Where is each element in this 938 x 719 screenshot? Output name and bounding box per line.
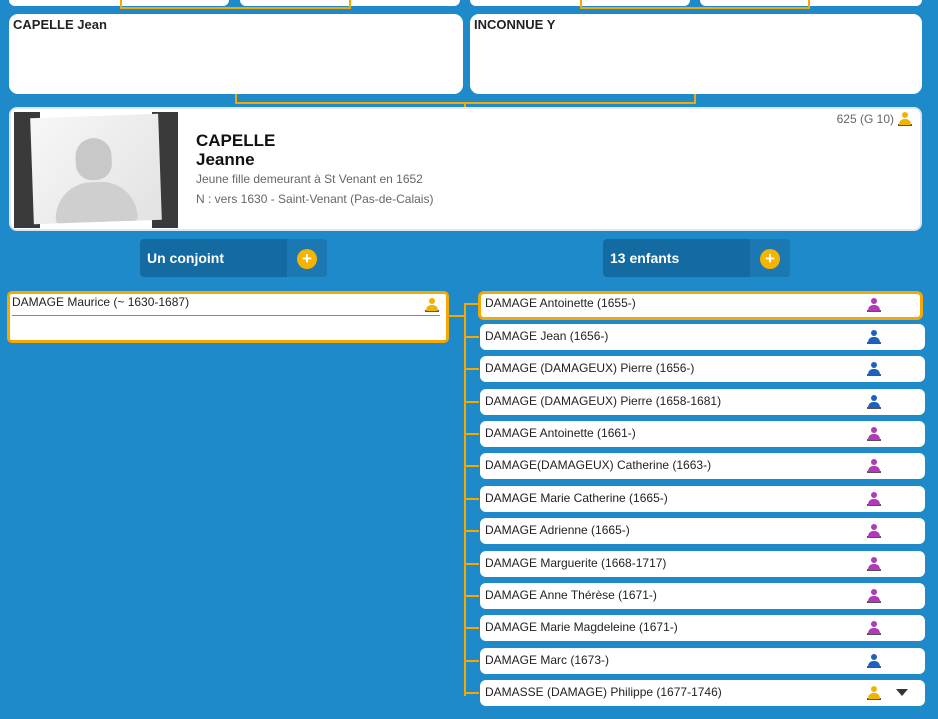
- children-label: 13 enfants: [610, 250, 680, 266]
- male-person-icon: [867, 654, 881, 668]
- female-person-icon: [867, 621, 881, 635]
- add-child-button[interactable]: +: [750, 239, 790, 277]
- spouses-label: Un conjoint: [147, 250, 224, 266]
- tree-connector: [465, 401, 479, 403]
- tree-connector: [465, 627, 479, 629]
- child-name: DAMAGE(DAMAGEUX) Catherine (1663-): [485, 458, 712, 472]
- child-name: DAMAGE Antoinette (1661-): [485, 426, 636, 440]
- plus-icon: +: [297, 249, 317, 269]
- child-row[interactable]: DAMAGE Marie Catherine (1665-): [465, 486, 925, 512]
- father-card[interactable]: CAPELLE Jean: [9, 14, 463, 94]
- female-person-icon: [867, 459, 881, 473]
- tree-connector: [465, 336, 479, 338]
- child-name: DAMAGE Marc (1673-): [485, 653, 610, 667]
- child-row[interactable]: DAMAGE Adrienne (1665-): [465, 518, 925, 544]
- child-row[interactable]: DAMAGE Marc (1673-): [465, 648, 925, 674]
- plus-icon: +: [760, 249, 780, 269]
- child-name: DAMAGE Antoinette (1655-): [485, 296, 636, 310]
- sosa-number: 625 (G 10): [837, 112, 912, 126]
- child-row[interactable]: DAMAGE(DAMAGEUX) Catherine (1663-): [465, 453, 925, 479]
- male-person-icon: [867, 395, 881, 409]
- child-row[interactable]: DAMAGE Marguerite (1668-1717): [465, 551, 925, 577]
- child-name: DAMAGE Anne Thérèse (1671-): [485, 588, 657, 602]
- mother-card[interactable]: INCONNUE Y: [470, 14, 922, 94]
- child-name: DAMAGE (DAMAGEUX) Pierre (1658-1681): [485, 394, 722, 408]
- female-person-icon: [867, 589, 881, 603]
- child-name: DAMAGE Marie Magdeleine (1671-): [485, 620, 678, 634]
- children-header: 13 enfants +: [603, 239, 790, 277]
- male-person-icon: [867, 330, 881, 344]
- spouse-card[interactable]: DAMAGE Maurice (~ 1630-1687): [7, 291, 449, 343]
- tree-connector: [465, 563, 479, 565]
- grandparent-link: [580, 0, 810, 9]
- child-row[interactable]: DAMAGE (DAMAGEUX) Pierre (1656-): [465, 356, 925, 382]
- photo-placeholder[interactable]: [14, 112, 178, 228]
- female-person-icon: [867, 427, 881, 441]
- person-occupation: Jeune fille demeurant à St Venant en 165…: [196, 172, 423, 186]
- child-name: DAMAGE Marie Catherine (1665-): [485, 491, 668, 505]
- child-name: DAMAGE Jean (1656-): [485, 329, 609, 343]
- add-spouse-button[interactable]: +: [287, 239, 327, 277]
- tree-connector: [465, 595, 479, 597]
- silhouette-icon: [30, 113, 162, 225]
- female-person-icon: [867, 524, 881, 538]
- tree-connector: [465, 498, 479, 500]
- child-name: DAMAGE Marguerite (1668-1717): [485, 556, 667, 570]
- child-row[interactable]: DAMAGE Anne Thérèse (1671-): [465, 583, 925, 609]
- spouse-name: DAMAGE Maurice (~ 1630-1687): [12, 295, 190, 309]
- child-row[interactable]: DAMAGE Antoinette (1661-): [465, 421, 925, 447]
- female-person-icon: [867, 492, 881, 506]
- mother-name: INCONNUE Y: [474, 17, 556, 32]
- tree-connector: [465, 660, 479, 662]
- tree-connector: [465, 465, 479, 467]
- child-row[interactable]: DAMAGE (DAMAGEUX) Pierre (1658-1681): [465, 389, 925, 415]
- child-name: DAMASSE (DAMAGE) Philippe (1677-1746): [485, 685, 722, 699]
- tree-connector: [465, 530, 479, 532]
- child-name: DAMAGE (DAMAGEUX) Pierre (1656-): [485, 361, 695, 375]
- person-birth: N : vers 1630 - Saint-Venant (Pas-de-Cal…: [196, 192, 434, 206]
- child-row[interactable]: DAMAGE Jean (1656-): [465, 324, 925, 350]
- tree-connector: [464, 303, 478, 305]
- tree-connector: [464, 305, 466, 696]
- male-person-icon: [867, 362, 881, 376]
- child-row[interactable]: DAMAGE Antoinette (1655-): [478, 291, 923, 320]
- person-surname: CAPELLE: [196, 131, 276, 150]
- tree-connector: [465, 433, 479, 435]
- divider: [12, 315, 440, 316]
- chevron-down-icon[interactable]: [896, 689, 908, 696]
- main-person-card[interactable]: CAPELLE Jeanne Jeune fille demeurant à S…: [9, 107, 922, 231]
- grandparent-link: [120, 0, 351, 9]
- child-row[interactable]: DAMASSE (DAMAGE) Philippe (1677-1746): [465, 680, 925, 706]
- child-row[interactable]: DAMAGE Marie Magdeleine (1671-): [465, 615, 925, 641]
- sosa-text: 625 (G 10): [836, 112, 894, 126]
- person-icon: [898, 112, 912, 126]
- female-person-icon: [867, 557, 881, 571]
- child-name: DAMAGE Adrienne (1665-): [485, 523, 630, 537]
- person-firstname: Jeanne: [196, 150, 255, 169]
- tree-connector: [465, 368, 479, 370]
- female-person-icon: [867, 298, 881, 312]
- tree-connector: [449, 315, 464, 317]
- tree-connector: [465, 692, 479, 694]
- father-name: CAPELLE Jean: [13, 17, 107, 32]
- person-icon: [867, 686, 881, 700]
- person-icon: [425, 298, 439, 312]
- spouses-header: Un conjoint +: [140, 239, 327, 277]
